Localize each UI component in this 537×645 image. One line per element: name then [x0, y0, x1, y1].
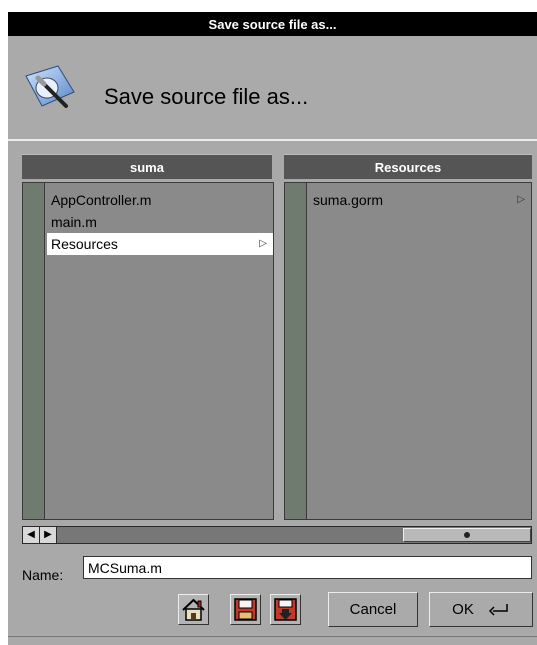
column-header-suma: suma [22, 154, 272, 179]
file-list: AppController.m main.m Resources ▷ [47, 189, 273, 255]
list-item-appcontroller[interactable]: AppController.m [47, 189, 273, 211]
floppy-disk-icon [234, 598, 257, 621]
panel-heading: Save source file as... [104, 84, 309, 109]
cancel-button[interactable]: Cancel [328, 592, 418, 627]
item-label: AppController.m [51, 192, 152, 208]
disclosure-arrow-icon: ▷ [517, 194, 525, 205]
scroller-knob[interactable] [403, 528, 531, 542]
header-divider [8, 139, 537, 141]
disk-button[interactable] [230, 594, 261, 625]
file-list: suma.gorm ▷ [309, 189, 531, 211]
item-label: main.m [51, 214, 97, 230]
filename-field[interactable] [83, 556, 532, 579]
item-label: suma.gorm [313, 192, 384, 208]
project-center-icon [25, 65, 75, 108]
floppy-disk-down-arrow-icon [274, 598, 297, 621]
column-title: suma [130, 159, 164, 175]
column-scroller[interactable] [23, 183, 45, 519]
window-titlebar[interactable]: Save source file as... [8, 12, 537, 36]
list-item-resources[interactable]: Resources ▷ [47, 233, 273, 255]
return-key-icon [488, 603, 508, 616]
list-item-suma-gorm[interactable]: suma.gorm ▷ [309, 189, 531, 211]
ok-button[interactable]: OK [429, 592, 533, 627]
cancel-label: Cancel [349, 601, 397, 618]
home-icon [182, 598, 205, 621]
panel-header: Save source file as... [8, 36, 537, 140]
name-label: Name: [22, 567, 64, 583]
scroll-left-button[interactable]: ◀ [23, 527, 40, 543]
browser-column-suma: AppController.m main.m Resources ▷ [22, 182, 274, 520]
list-item-main[interactable]: main.m [47, 211, 273, 233]
item-label: Resources [51, 236, 118, 252]
column-header-resources: Resources [284, 154, 532, 179]
browser-horizontal-scroller[interactable]: ◀ ▶ [22, 526, 532, 544]
mount-disk-button[interactable] [270, 594, 301, 625]
window-title: Save source file as... [208, 16, 337, 32]
disclosure-arrow-icon: ▷ [259, 238, 267, 249]
home-button[interactable] [178, 594, 209, 625]
column-scroller[interactable] [285, 183, 307, 519]
column-title: Resources [374, 159, 442, 175]
ok-label: OK [452, 601, 474, 618]
knob-grip-icon [464, 532, 470, 538]
save-panel: Save source file as... Save source file … [8, 12, 537, 645]
scroll-right-button[interactable]: ▶ [40, 527, 57, 543]
browser-column-resources: suma.gorm ▷ [284, 182, 532, 520]
window-bottom-edge [8, 636, 537, 645]
